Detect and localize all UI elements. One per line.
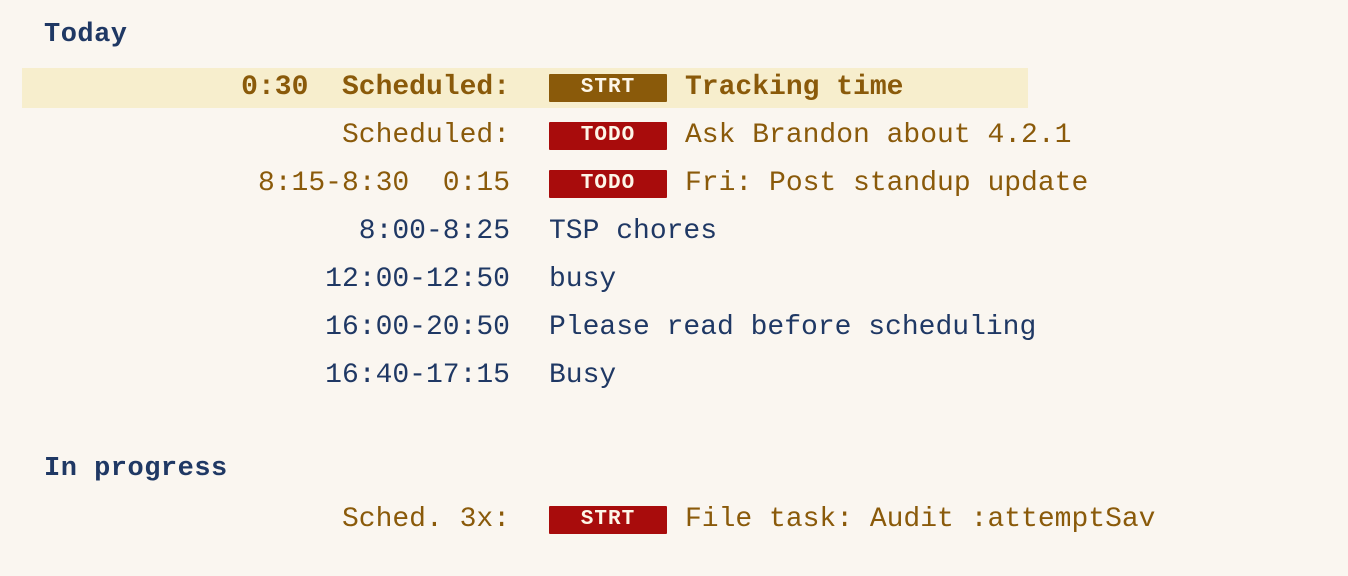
row-title[interactable]: TSP chores — [549, 212, 717, 252]
row-badge-slot: TODO — [549, 122, 667, 150]
agenda-row[interactable]: Scheduled: TODO Ask Brandon about 4.2.1 — [0, 116, 1348, 156]
agenda-row[interactable]: 8:00-8:25 TSP chores — [0, 212, 1348, 252]
section-header-in-progress: In progress — [44, 454, 228, 484]
row-title[interactable]: Fri: Post standup update — [685, 164, 1088, 204]
agenda-row[interactable]: Sched. 3x: STRT File task: Audit :attemp… — [0, 500, 1348, 540]
status-badge[interactable]: TODO — [549, 170, 667, 198]
row-time: 8:00-8:25 — [358, 216, 510, 247]
agenda-row[interactable]: 16:40-17:15 Busy — [0, 356, 1348, 396]
row-title[interactable]: Ask Brandon about 4.2.1 — [685, 116, 1071, 156]
row-time: 16:40-17:15 — [325, 360, 510, 391]
agenda-row[interactable]: 8:15-8:30 0:15 TODO Fri: Post standup up… — [0, 164, 1348, 204]
row-time: Sched. 3x: — [341, 504, 510, 535]
row-time: 0:30 Scheduled: — [241, 72, 510, 103]
row-time: 8:15-8:30 0:15 — [257, 168, 510, 199]
row-time: 12:00-12:50 — [325, 264, 510, 295]
row-badge-slot: STRT — [549, 74, 667, 102]
row-badge-slot: STRT — [549, 506, 667, 534]
row-title[interactable]: Busy — [549, 356, 616, 396]
row-title[interactable]: Please read before scheduling — [549, 308, 1036, 348]
agenda-row[interactable]: 12:00-12:50 busy — [0, 260, 1348, 300]
section-header-today: Today — [44, 20, 128, 50]
row-title[interactable]: busy — [549, 260, 616, 300]
agenda-view: Today 0:30 Scheduled: STRT Tracking time… — [0, 0, 1348, 576]
status-badge[interactable]: STRT — [549, 74, 667, 102]
agenda-row[interactable]: 0:30 Scheduled: STRT Tracking time — [0, 68, 1348, 108]
row-badge-slot: TODO — [549, 170, 667, 198]
agenda-row[interactable]: 16:00-20:50 Please read before schedulin… — [0, 308, 1348, 348]
row-time: Scheduled: — [341, 120, 510, 151]
row-title[interactable]: File task: Audit :attemptSav — [685, 500, 1155, 540]
row-title[interactable]: Tracking time — [685, 68, 903, 108]
status-badge[interactable]: STRT — [549, 506, 667, 534]
status-badge[interactable]: TODO — [549, 122, 667, 150]
row-time: 16:00-20:50 — [325, 312, 510, 343]
